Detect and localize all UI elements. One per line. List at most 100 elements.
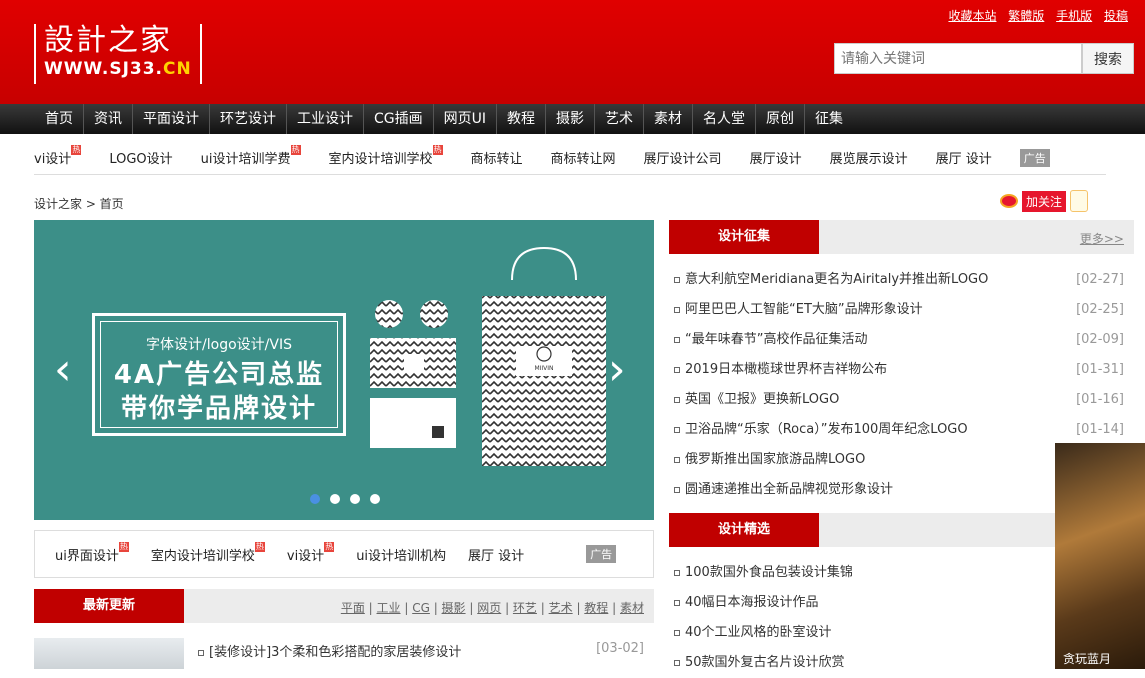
hot-link[interactable]: vi设计热: [34, 145, 82, 167]
banner-line1: 4A广告公司总监: [113, 360, 325, 390]
hot-link[interactable]: 展厅 设计: [468, 545, 524, 564]
nav-item[interactable]: 资讯: [83, 104, 132, 134]
solicit-tab[interactable]: 设计征集: [669, 220, 819, 254]
weibo-follow[interactable]: 加关注: [1000, 190, 1089, 212]
carousel-banner[interactable]: MIIVIN 字体设计/logo设计/VIS 4A广告公司总监 带你学品牌设计 …: [34, 220, 654, 520]
category-link[interactable]: 教程: [584, 601, 608, 615]
list-item-title[interactable]: 2019日本橄榄球世界杯吉祥物公布: [685, 362, 887, 377]
latest-header: 最新更新 平面 | 工业 | CG | 摄影 | 网页 | 环艺 | 艺术 | …: [34, 589, 654, 623]
featured-tab[interactable]: 设计精选: [669, 513, 819, 547]
list-item[interactable]: 2019日本橄榄球世界杯吉祥物公布 [01-31]: [674, 355, 1124, 385]
hot-link[interactable]: 展厅 设计: [936, 148, 992, 167]
nav-item[interactable]: 素材: [643, 104, 692, 134]
nav-item[interactable]: 网页UI: [432, 104, 496, 134]
nav-item[interactable]: 首页: [35, 104, 83, 134]
list-item[interactable]: 卫浴品牌“乐家（Roca）”发布100周年纪念LOGO [01-14]: [674, 415, 1124, 445]
list-item[interactable]: 40个工业风格的卧室设计: [674, 618, 1050, 648]
nav-item[interactable]: CG插画: [363, 104, 433, 134]
bookmark-link[interactable]: 收藏本站: [948, 9, 996, 23]
list-item-title[interactable]: 40幅日本海报设计作品: [685, 595, 819, 610]
bullet-icon: [674, 569, 680, 576]
carousel-dot[interactable]: [330, 494, 340, 504]
solicit-header: 设计征集 更多>>: [669, 220, 1134, 254]
svg-text:MIIVIN: MIIVIN: [534, 365, 553, 372]
list-item-title[interactable]: 俄罗斯推出国家旅游品牌LOGO: [685, 452, 865, 467]
site-logo[interactable]: 設計之家 WWW.SJ33.CN: [34, 24, 202, 84]
nav-item[interactable]: 平面设计: [132, 104, 209, 134]
hot-link[interactable]: 商标转让: [471, 148, 523, 167]
category-link[interactable]: 网页: [477, 601, 501, 615]
list-item-title[interactable]: 英国《卫报》更换新LOGO: [685, 392, 839, 407]
chevron-right-icon[interactable]: ›: [608, 348, 626, 392]
list-item-title[interactable]: 40个工业风格的卧室设计: [685, 625, 832, 640]
bullet-icon: [198, 649, 204, 656]
side-game-ad[interactable]: 贪玩蓝月: [1055, 443, 1145, 669]
list-item-date: [02-25]: [1076, 302, 1124, 317]
carousel-dot[interactable]: [370, 494, 380, 504]
list-item-title[interactable]: “最年味春节”高校作品征集活动: [685, 332, 867, 347]
hot-badge: 热: [324, 541, 335, 552]
category-link[interactable]: 摄影: [442, 601, 466, 615]
category-link[interactable]: 艺术: [549, 601, 573, 615]
nav-item[interactable]: 艺术: [594, 104, 643, 134]
carousel-dot[interactable]: [310, 494, 320, 504]
hot-link[interactable]: ui界面设计热: [55, 541, 129, 564]
list-item[interactable]: 阿里巴巴人工智能“ET大脑”品牌形象设计 [02-25]: [674, 295, 1124, 325]
submit-link[interactable]: 投稿: [1104, 9, 1128, 23]
mobile-link[interactable]: 手机版: [1056, 9, 1092, 23]
nav-item[interactable]: 工业设计: [286, 104, 363, 134]
list-item[interactable]: 50款国外复古名片设计欣赏: [674, 648, 1050, 678]
category-link[interactable]: 平面: [341, 601, 365, 615]
bullet-icon: [674, 426, 680, 433]
latest-thumbnail[interactable]: [34, 638, 184, 669]
nav-item[interactable]: 名人堂: [692, 104, 755, 134]
badge-circle: [375, 300, 403, 328]
list-item-title[interactable]: 卫浴品牌“乐家（Roca）”发布100周年纪念LOGO: [685, 422, 968, 437]
nav-item[interactable]: 摄影: [545, 104, 594, 134]
traditional-link[interactable]: 繁體版: [1008, 9, 1044, 23]
list-item-title[interactable]: 意大利航空Meridiana更名为Airitaly并推出新LOGO: [685, 272, 988, 287]
hot-link[interactable]: 室内设计培训学校热: [151, 541, 265, 564]
bullet-icon: [674, 396, 680, 403]
category-link[interactable]: 工业: [377, 601, 401, 615]
list-item-title[interactable]: 阿里巴巴人工智能“ET大脑”品牌形象设计: [685, 302, 923, 317]
hot-link[interactable]: 展厅设计公司: [644, 148, 722, 167]
nav-item[interactable]: 教程: [496, 104, 545, 134]
hot-link[interactable]: ui设计培训机构: [356, 545, 446, 564]
list-item[interactable]: “最年味春节”高校作品征集活动 [02-09]: [674, 325, 1124, 355]
hot-link[interactable]: LOGO设计: [109, 148, 172, 167]
list-item[interactable]: 40幅日本海报设计作品: [674, 588, 1050, 618]
nav-item[interactable]: 征集: [804, 104, 853, 134]
hot-link-label: 室内设计培训学校: [328, 152, 433, 167]
weibo-follow-button[interactable]: 加关注: [1022, 190, 1067, 212]
hot-link[interactable]: vi设计热: [287, 541, 335, 564]
list-item[interactable]: 100款国外食品包装设计集锦: [674, 558, 1050, 588]
nav-item[interactable]: 原创: [755, 104, 804, 134]
hot-link-label: 展厅 设计: [935, 152, 992, 167]
chevron-left-icon[interactable]: ‹: [54, 348, 72, 392]
hot-link[interactable]: 商标转让网: [551, 148, 616, 167]
shopping-bag: [482, 296, 606, 466]
nav-item[interactable]: 环艺设计: [209, 104, 286, 134]
latest-tab[interactable]: 最新更新: [34, 589, 184, 623]
hot-link[interactable]: 展厅设计: [750, 148, 802, 167]
hot-link-label: LOGO设计: [109, 152, 173, 167]
category-link[interactable]: 素材: [620, 601, 644, 615]
search-button[interactable]: 搜索: [1082, 43, 1134, 74]
hot-link[interactable]: ui设计培训学费热: [201, 145, 301, 167]
more-link[interactable]: 更多>>: [1080, 230, 1124, 247]
carousel-dot[interactable]: [350, 494, 360, 504]
list-item[interactable]: [装修设计]3个柔和色彩搭配的家居装修设计 [03-02]: [198, 641, 644, 660]
list-item-title[interactable]: 圆通速递推出全新品牌视觉形象设计: [685, 482, 893, 497]
category-link[interactable]: 环艺: [513, 601, 537, 615]
list-item[interactable]: 英国《卫报》更换新LOGO [01-16]: [674, 385, 1124, 415]
hot-link[interactable]: 室内设计培训学校热: [328, 145, 443, 167]
list-item[interactable]: 意大利航空Meridiana更名为Airitaly并推出新LOGO [02-27]: [674, 265, 1124, 295]
hot-link[interactable]: 展览展示设计: [830, 148, 908, 167]
latest-item-title[interactable]: [装修设计]3个柔和色彩搭配的家居装修设计: [209, 645, 461, 660]
search-input[interactable]: [834, 43, 1082, 74]
list-item-date: [01-31]: [1076, 362, 1124, 377]
list-item-title[interactable]: 100款国外食品包装设计集锦: [685, 565, 853, 580]
list-item-title[interactable]: 50款国外复古名片设计欣赏: [685, 655, 845, 670]
category-link[interactable]: CG: [412, 601, 430, 615]
